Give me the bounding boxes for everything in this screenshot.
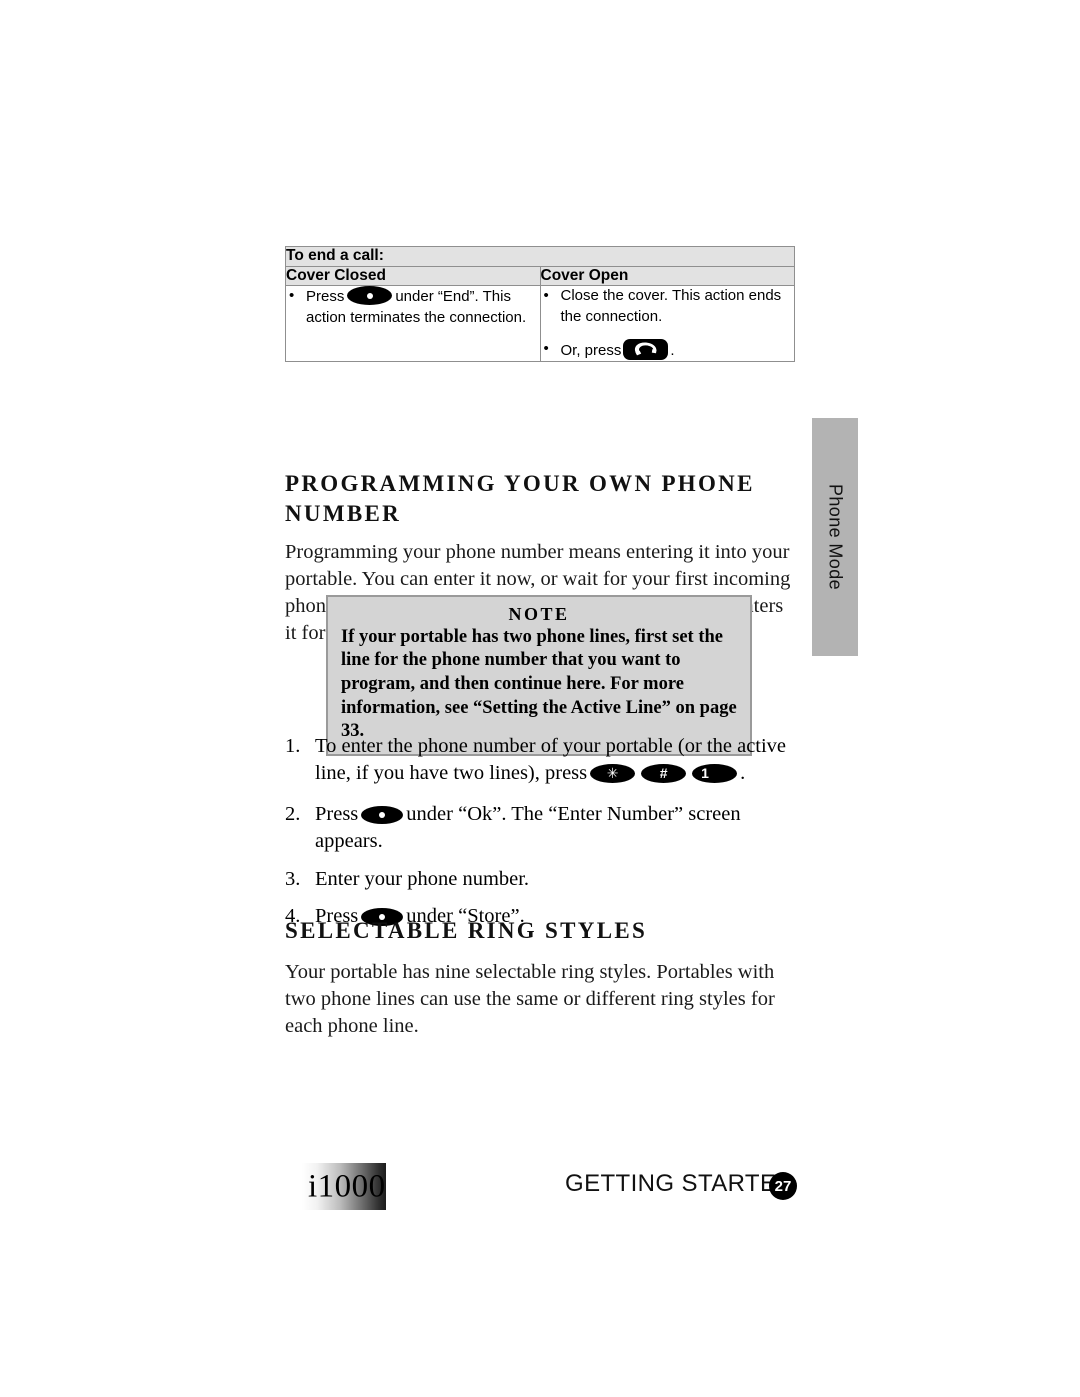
bullet-text: Press under “End”. This action terminates…	[306, 286, 540, 328]
star-key-glyph: ✳	[606, 765, 619, 782]
star-key-icon: ✳	[590, 763, 636, 783]
note-body: If your portable has two phone lines, fi…	[341, 626, 737, 742]
table-title-cell: To end a call:	[285, 246, 795, 267]
numbered-steps-list: 1. To enter the phone number of your por…	[285, 733, 801, 930]
side-tab-phone-mode: Phone Mode	[812, 418, 858, 656]
footer-section-title: GETTING STARTED	[565, 1170, 795, 1197]
step-text: Press under “Ok”. The “Enter Number” scre…	[315, 801, 801, 854]
one-key-glyph: 1	[701, 765, 709, 782]
step-1-after: .	[740, 761, 746, 784]
table-row-body: • Press under “End”. This action terminat…	[285, 285, 795, 363]
softkey-ellipse-icon	[361, 806, 404, 825]
bullet-text: Or, press.	[560, 338, 795, 362]
document-page: Phone Mode To end a call: Cover Closed C…	[0, 0, 1080, 1397]
one-key-icon: 1	[692, 763, 738, 783]
list-item: 2. Press under “Ok”. The “Enter Number” s…	[285, 801, 801, 854]
end-call-table: To end a call: Cover Closed Cover Open •…	[285, 246, 795, 363]
list-item: 1. To enter the phone number of your por…	[285, 733, 801, 786]
step-text: To enter the phone number of your portab…	[315, 733, 801, 786]
table-header-cover-closed: Cover Closed	[285, 265, 541, 287]
or-press-label: Or, press	[560, 341, 622, 359]
list-item: 3. Enter your phone number.	[285, 866, 801, 893]
table-header-cover-open: Cover Open	[539, 265, 795, 287]
list-item: • Press under “End”. This action terminat…	[286, 286, 540, 328]
or-press-after-label: .	[670, 341, 675, 359]
press-label: Press	[306, 288, 345, 306]
note-title: NOTE	[508, 604, 570, 624]
page-number-badge: 27	[769, 1172, 797, 1200]
section-heading-programming: PROGRAMMING YOUR OWN PHONE NUMBER	[285, 471, 755, 527]
section-heading-ring-styles: SELECTABLE RING STYLES	[285, 918, 648, 944]
pound-key-icon: #	[641, 763, 687, 783]
product-logo: i1000	[302, 1163, 386, 1210]
softkey-ellipse-icon	[347, 286, 393, 306]
bullet-icon: •	[543, 287, 549, 305]
note-box: NOTE If your portable has two phone line…	[326, 595, 752, 757]
product-logo-text: i1000	[308, 1168, 386, 1204]
pound-key-glyph: #	[659, 765, 668, 782]
bullet-icon: •	[543, 339, 549, 357]
step-number: 3.	[285, 867, 301, 890]
bullet-icon: •	[289, 287, 295, 305]
table-row-headers: Cover Closed Cover Open	[285, 265, 795, 287]
step-text: Enter your phone number.	[315, 867, 530, 890]
hangup-phone-icon	[623, 338, 669, 360]
table-cell-cover-open: • Close the cover. This action ends the …	[539, 285, 795, 363]
table-cell-cover-closed: • Press under “End”. This action terminat…	[285, 285, 541, 363]
step-number: 1.	[285, 735, 301, 757]
list-item: • Close the cover. This action ends the …	[541, 286, 795, 327]
step-number: 2.	[285, 803, 301, 826]
bullet-text: Close the cover. This action ends the co…	[560, 287, 782, 325]
list-item: • Or, press.	[541, 338, 795, 362]
side-tab-label: Phone Mode	[825, 483, 846, 591]
step-2-before: Press	[315, 803, 359, 826]
table-row-title: To end a call:	[285, 246, 795, 267]
section-paragraph-ring-styles: Your portable has nine selectable ring s…	[285, 960, 775, 1037]
